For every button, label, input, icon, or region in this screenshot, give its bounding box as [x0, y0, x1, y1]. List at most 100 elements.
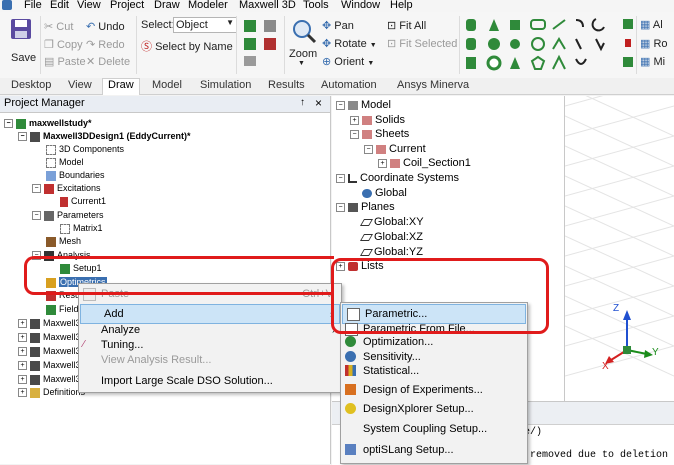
expand-icon[interactable]: + [18, 347, 27, 357]
mtree-global[interactable]: Global [362, 186, 407, 200]
tab-model[interactable]: Model [152, 79, 182, 91]
redo-button[interactable]: ↷ Redo [86, 38, 125, 51]
menu-file[interactable]: File [24, 0, 42, 11]
tab-ansys-minerva[interactable]: Ansys Minerva [397, 79, 469, 91]
tree-matrix1[interactable]: Matrix1 [60, 222, 103, 234]
grid-icon: ▦ [640, 19, 651, 31]
menu-statistical[interactable]: Statistical... [341, 362, 527, 380]
tree-boundaries[interactable]: Boundaries [46, 169, 105, 181]
mtree-current[interactable]: − Current [364, 142, 426, 156]
tree-design-3[interactable]: + Maxwell3 [18, 331, 81, 343]
mtree-global-yz[interactable]: Global:YZ [359, 245, 423, 259]
3d-modeler-view[interactable]: Z Y X [565, 96, 674, 416]
cut-button[interactable]: ✂ Cut [44, 20, 73, 33]
draw-primitives-icons[interactable] [463, 17, 663, 73]
undo-button[interactable]: ↶ Undo [86, 20, 125, 33]
selection-tools-icons[interactable] [242, 18, 284, 70]
menu-optislang-setup[interactable]: optiSLang Setup... [341, 441, 527, 459]
menu-design-of-experiments[interactable]: Design of Experiments... [341, 381, 527, 399]
tree-model[interactable]: Model [46, 156, 84, 168]
orient-button[interactable]: ⊕ Orient ▼ [322, 55, 374, 68]
mtree-sheets[interactable]: − Sheets [350, 127, 409, 141]
magnifier-icon [293, 20, 317, 44]
menu-import-large-scale-dso[interactable]: Import Large Scale DSO Solution... [79, 372, 341, 390]
collapse-icon[interactable]: − [32, 184, 41, 194]
expand-icon[interactable]: + [18, 333, 27, 343]
mtree-coordinate-systems[interactable]: − Coordinate Systems [336, 171, 459, 185]
app-icon [2, 0, 12, 10]
tree-design-6[interactable]: + Maxwell3 [18, 373, 81, 385]
collapse-icon[interactable]: − [4, 119, 13, 129]
fit-all-button[interactable]: ⊡ Fit All [387, 19, 426, 32]
tree-design-4[interactable]: + Maxwell3 [18, 345, 81, 357]
menu-window[interactable]: Window [341, 0, 380, 11]
ribbon-right-button-3[interactable]: ▦ Mi [640, 55, 665, 68]
menu-modeler[interactable]: Modeler [188, 0, 228, 11]
select-by-name-button[interactable]: Ⓢ Select by Name [141, 38, 233, 54]
menu-designxplorer-setup[interactable]: DesignXplorer Setup... [341, 400, 527, 418]
expand-icon[interactable]: + [18, 361, 27, 371]
mtree-model[interactable]: − Model [336, 98, 391, 112]
expand-icon[interactable]: + [378, 158, 387, 168]
pin-icon[interactable]: ↑ [300, 97, 305, 108]
tree-3d-components[interactable]: 3D Components [46, 143, 124, 155]
tree-parameters[interactable]: − Parameters [32, 209, 104, 221]
fit-selected-button[interactable]: ⊡ Fit Selected [387, 37, 457, 50]
menu-draw[interactable]: Draw [154, 0, 180, 11]
tab-automation[interactable]: Automation [321, 79, 377, 91]
close-icon[interactable]: × [315, 96, 322, 110]
tree-mesh[interactable]: Mesh [46, 235, 81, 247]
plane-icon [359, 248, 374, 256]
collapse-icon[interactable]: − [364, 144, 373, 154]
menu-view-analysis-result[interactable]: View Analysis Result... [79, 351, 341, 369]
menu-view[interactable]: View [77, 0, 101, 11]
mtree-solids[interactable]: + Solids [350, 113, 405, 127]
collapse-icon[interactable]: − [32, 211, 41, 221]
tab-view[interactable]: View [68, 79, 92, 91]
mtree-global-xz[interactable]: Global:XZ [359, 230, 423, 244]
mtree-coil-section1[interactable]: + Coil_Section1 [378, 156, 471, 170]
tree-design-5[interactable]: + Maxwell3 [18, 359, 81, 371]
ribbon-right-button-2[interactable]: ▦ Ro [640, 37, 668, 50]
delete-button[interactable]: ✕ Delete [86, 55, 130, 68]
expand-icon[interactable]: + [350, 115, 359, 125]
expand-icon[interactable]: + [18, 319, 27, 329]
menu-help[interactable]: Help [390, 0, 413, 11]
grid-icon: ▦ [640, 56, 651, 68]
save-button[interactable]: Save [8, 16, 36, 68]
boundaries-icon [46, 170, 56, 181]
menu-tools[interactable]: Tools [303, 0, 329, 11]
tree-design-2[interactable]: + Maxwell3 [18, 317, 81, 329]
tree-design[interactable]: − Maxwell3DDesign1 (EddyCurrent)* [18, 130, 191, 142]
zoom-button[interactable]: Zoom ▼ [289, 16, 319, 70]
select-mode-dropdown[interactable]: Object ▼ [173, 17, 237, 33]
tree-project[interactable]: − maxwellstudy* [4, 117, 92, 129]
tree-field[interactable]: Field [46, 303, 79, 315]
tab-results[interactable]: Results [268, 79, 305, 91]
tree-excitations[interactable]: − Excitations [32, 182, 101, 194]
menu-maxwell3d[interactable]: Maxwell 3D [239, 0, 296, 11]
paste-button[interactable]: ▤ Paste [44, 55, 86, 68]
menu-edit[interactable]: Edit [50, 0, 69, 11]
tree-definitions[interactable]: + Definitions [18, 386, 85, 398]
collapse-icon[interactable]: − [336, 173, 345, 183]
expand-icon[interactable]: + [18, 388, 27, 398]
expand-icon[interactable]: + [18, 375, 27, 385]
menu-project[interactable]: Project [110, 0, 144, 11]
copy-button[interactable]: ❐ Copy [44, 38, 83, 51]
tab-simulation[interactable]: Simulation [200, 79, 251, 91]
rotate-button[interactable]: ✥ Rotate ▼ [322, 37, 377, 50]
mtree-planes[interactable]: − Planes [336, 200, 395, 214]
mtree-global-xy[interactable]: Global:XY [359, 215, 424, 229]
collapse-icon[interactable]: − [18, 132, 27, 142]
collapse-icon[interactable]: − [336, 100, 345, 110]
collapse-icon[interactable]: − [350, 129, 359, 139]
tree-current1[interactable]: Current1 [60, 195, 106, 207]
model-icon [348, 100, 358, 110]
ribbon-right-button-1[interactable]: ▦ Al [640, 18, 663, 31]
tab-draw[interactable]: Draw [102, 78, 140, 95]
tab-desktop[interactable]: Desktop [11, 79, 51, 91]
pan-button[interactable]: ✥ Pan [322, 19, 354, 32]
menu-system-coupling-setup[interactable]: System Coupling Setup... [341, 420, 527, 438]
collapse-icon[interactable]: − [336, 202, 345, 212]
